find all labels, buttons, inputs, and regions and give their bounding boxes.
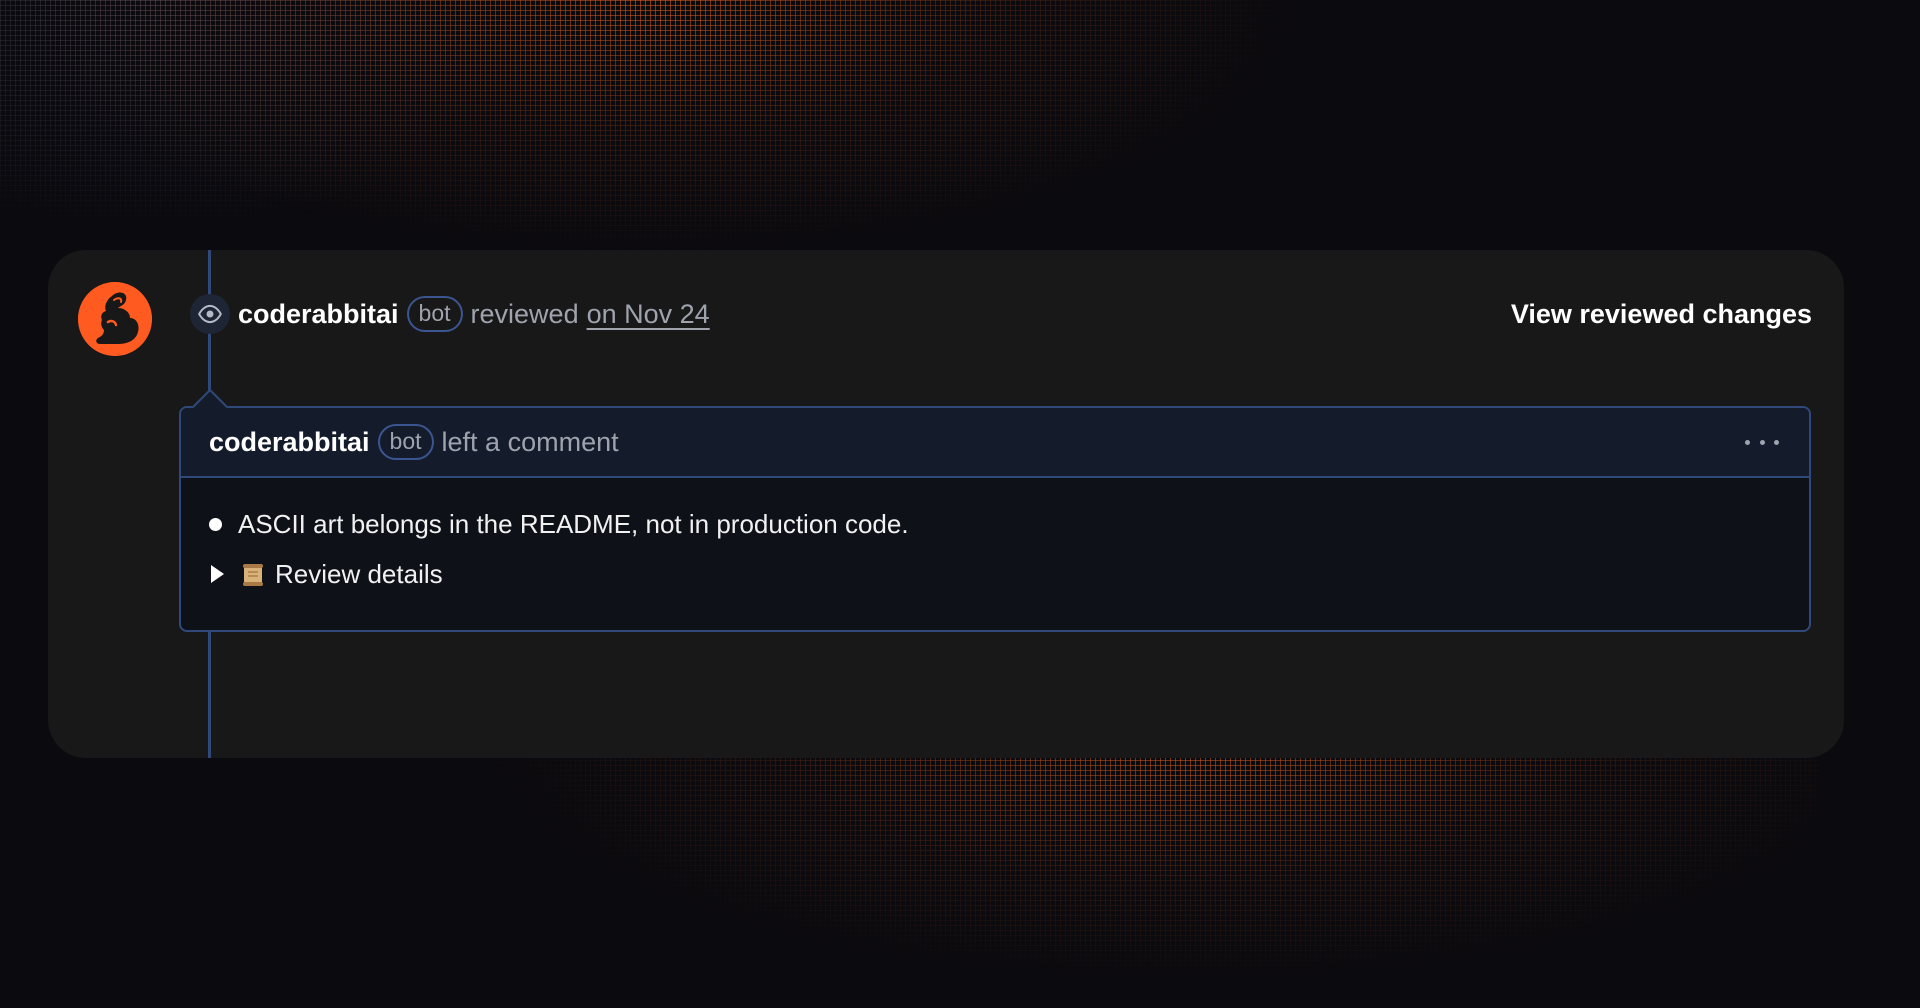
review-timeline-card: coderabbitai bot reviewed on Nov 24 View… (48, 250, 1844, 758)
eye-icon (190, 294, 230, 334)
background-grid-glow-bottom (420, 740, 1820, 1008)
comment-body: ASCII art belongs in the README, not in … (181, 478, 1809, 600)
review-date-link[interactable]: on Nov 24 (587, 299, 710, 330)
comment-box: coderabbitai bot left a comment ASCII ar… (179, 388, 1811, 632)
review-details-label: Review details (275, 558, 443, 589)
disclosure-triangle-icon (211, 565, 224, 583)
scroll-icon (240, 562, 266, 586)
stage: coderabbitai bot reviewed on Nov 24 View… (0, 0, 1920, 1008)
background-grid-glow-top (0, 0, 1300, 280)
review-header: coderabbitai bot reviewed on Nov 24 (238, 294, 710, 334)
view-reviewed-changes-button[interactable]: View reviewed changes (1511, 294, 1812, 334)
comment-bullet-text: ASCII art belongs in the README, not in … (238, 508, 909, 539)
more-options-icon[interactable] (1745, 430, 1779, 454)
bot-badge: bot (406, 296, 463, 332)
review-details-toggle[interactable]: Review details (209, 548, 1781, 600)
review-action-text: reviewed (470, 298, 579, 329)
bullet-icon (209, 517, 222, 531)
comment-author[interactable]: coderabbitai (209, 427, 370, 458)
comment-action-text: left a comment (441, 426, 619, 457)
list-item: ASCII art belongs in the README, not in … (209, 500, 1781, 548)
bot-badge: bot (377, 424, 434, 460)
review-author[interactable]: coderabbitai (238, 299, 399, 330)
comment-header: coderabbitai bot left a comment (181, 408, 1809, 478)
rabbit-logo-icon (78, 282, 152, 356)
avatar[interactable] (78, 282, 152, 356)
